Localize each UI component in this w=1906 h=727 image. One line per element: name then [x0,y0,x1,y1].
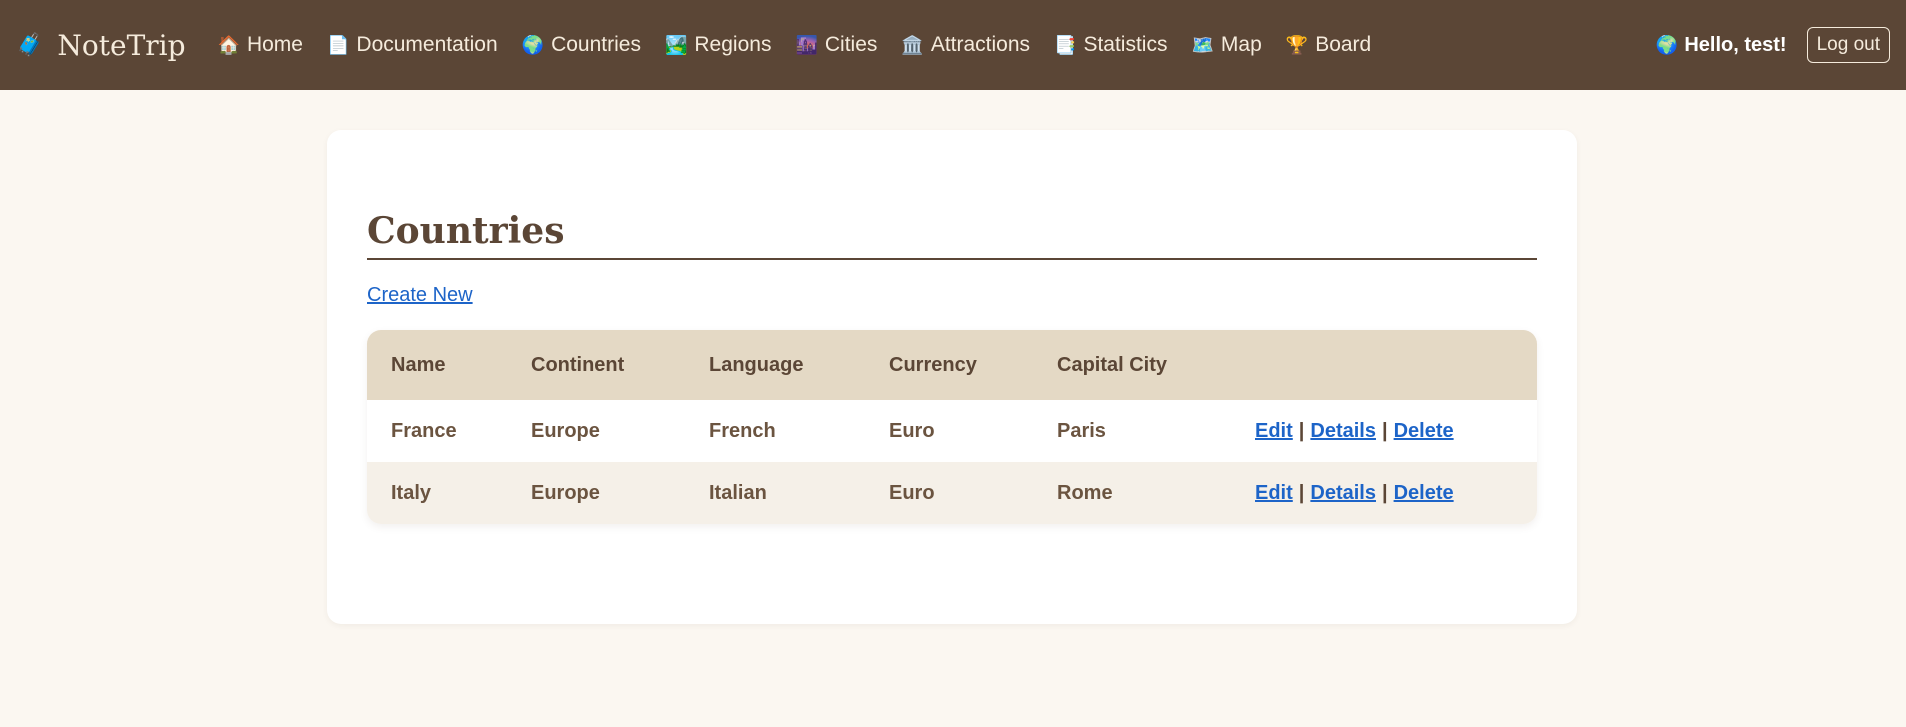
nav-label-statistics: Statistics [1083,33,1168,56]
delete-link[interactable]: Delete [1394,420,1454,442]
create-new-link[interactable]: Create New [367,284,473,307]
user-greeting[interactable]: 🌍 Hello, test! [1656,34,1787,57]
cell-actions: Edit | Details | Delete [1231,400,1537,462]
column-header-currency: Currency [889,353,977,376]
greeting-label: Hello, test! [1684,33,1787,56]
nav-link-map[interactable]: 🗺️ Map [1191,33,1261,57]
column-header-name: Name [391,353,446,376]
nav-user-area: 🌍 Hello, test! Log out [1656,27,1890,63]
delete-link[interactable]: Delete [1394,482,1454,504]
nav-link-home[interactable]: 🏠 Home [218,33,303,57]
action-separator: | [1381,481,1388,504]
nav-link-board[interactable]: 🏆 Board [1286,33,1371,57]
countries-table-container: Name Continent Language Currency Capital… [367,330,1537,524]
cell-currency: Euro [889,419,935,442]
column-header-continent: Continent [531,353,625,376]
brand-link[interactable]: 🧳 NoteTrip [16,29,186,62]
table-header-row: Name Continent Language Currency Capital… [367,330,1537,400]
nav-link-cities[interactable]: 🌆 Cities [795,33,877,57]
trophy-icon: 🏆 [1285,34,1309,55]
house-icon: 🏠 [217,34,240,55]
nav-label-home: Home [246,33,303,56]
table-row: France Europe French Euro Paris Edit | Det… [367,400,1537,462]
globe-icon: 🌍 [1655,34,1679,55]
map-icon: 🗺️ [1191,34,1214,55]
details-link[interactable]: Details [1310,482,1376,504]
nav-links: 🏠 Home 📄 Documentation 🌍 Countries 🏞️ Re… [218,33,1396,57]
nav-label-documentation: Documentation [356,33,498,56]
nav-label-attractions: Attractions [930,33,1031,56]
nav-label-regions: Regions [694,33,772,56]
cell-continent: Europe [531,481,600,504]
cityscape-icon: 🌆 [795,34,818,55]
nav-link-regions[interactable]: 🏞️ Regions [665,33,771,57]
nav-label-cities: Cities [824,33,878,56]
nav-label-board: Board [1315,33,1372,56]
cell-continent: Europe [531,419,600,442]
action-separator: | [1298,419,1305,442]
bookmark-tabs-icon: 📑 [1054,34,1077,55]
column-header-language: Language [709,353,804,376]
nav-link-statistics[interactable]: 📑 Statistics [1054,33,1167,57]
details-link[interactable]: Details [1310,420,1376,442]
document-icon: 📄 [326,34,350,55]
landmark-icon: 🏛️ [901,34,924,55]
landscape-icon: 🏞️ [664,34,688,55]
cell-currency: Euro [889,481,935,504]
content-card: Countries Create New Name Continent Lang… [327,130,1577,624]
brand-label: NoteTrip [57,28,186,62]
nav-link-attractions[interactable]: 🏛️ Attractions [901,33,1030,57]
edit-link[interactable]: Edit [1255,420,1293,442]
cell-capital: Rome [1057,481,1113,504]
countries-table: Name Continent Language Currency Capital… [367,330,1537,524]
page-title: Countries [367,210,1537,260]
logout-button[interactable]: Log out [1806,27,1890,63]
cell-capital: Paris [1057,419,1106,442]
cell-name: Italy [391,481,432,504]
nav-link-countries[interactable]: 🌍 Countries [522,33,641,57]
cell-language: Italian [709,481,767,504]
top-navbar: 🧳 NoteTrip 🏠 Home 📄 Documentation 🌍 Coun… [0,0,1906,90]
action-separator: | [1381,419,1388,442]
cell-actions: Edit | Details | Delete [1231,462,1537,524]
nav-label-map: Map [1220,33,1262,56]
edit-link[interactable]: Edit [1255,482,1293,504]
cell-name: France [391,419,457,442]
column-header-capital-city: Capital City [1057,353,1168,376]
column-header-actions [1231,330,1537,400]
nav-link-documentation[interactable]: 📄 Documentation [327,33,498,57]
action-separator: | [1298,481,1305,504]
globe-icon: 🌍 [521,34,545,55]
cell-language: French [709,419,776,442]
nav-label-countries: Countries [551,33,641,56]
luggage-icon: 🧳 [16,32,44,58]
table-row: Italy Europe Italian Euro Rome Edit | Deta… [367,462,1537,524]
